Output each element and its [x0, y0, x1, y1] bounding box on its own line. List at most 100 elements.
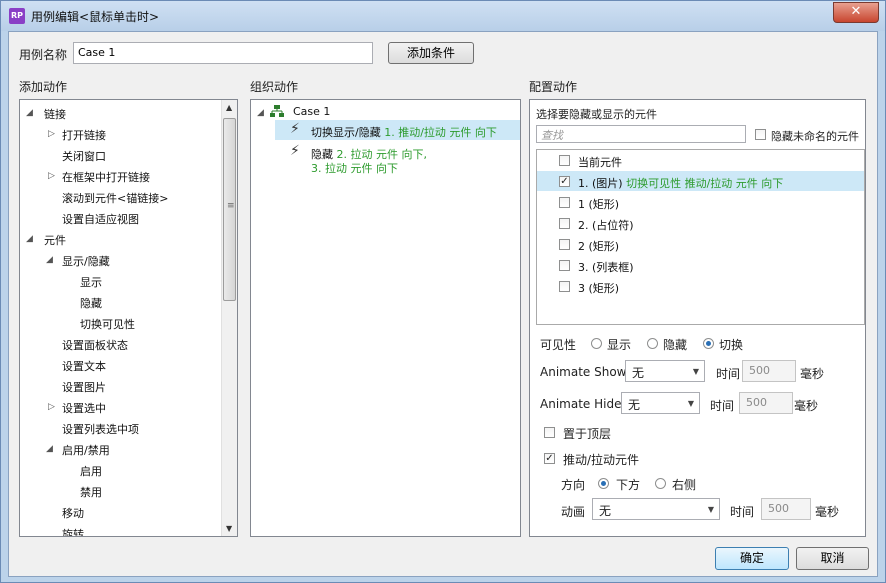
tree-item-hide[interactable]: 隐藏 [80, 295, 102, 311]
add-actions-title: 添加动作 [19, 80, 68, 94]
animation-unit: 毫秒 [815, 505, 840, 519]
animation-select[interactable]: 无 ▼ [592, 498, 720, 520]
animate-show-time-input[interactable]: 500 [742, 360, 796, 382]
tree-item-set-text[interactable]: 设置文本 [62, 358, 106, 374]
expanded-triangle-icon[interactable]: ◢ [46, 444, 53, 454]
widget-action-summary: 切换可见性 推动/拉动 元件 向下 [626, 177, 784, 190]
dropdown-arrow-icon: ▼ [692, 367, 699, 376]
collapsed-triangle-icon[interactable]: ▷ [48, 402, 55, 412]
close-button[interactable]: ✕ [833, 2, 879, 23]
action-item-1[interactable]: 切换显示/隐藏 1. 推动/拉动 元件 向下 [311, 124, 497, 140]
tree-item-set-list-selection[interactable]: 设置列表选中项 [62, 421, 139, 437]
scroll-up-arrow-icon[interactable]: ▲ [226, 103, 232, 112]
case-name-input[interactable]: Case 1 [73, 42, 373, 64]
dropdown-arrow-icon: ▼ [707, 505, 714, 514]
widget-label: 1. (图片) [578, 177, 623, 190]
scrollbar-thumb[interactable]: ≡ [223, 118, 236, 301]
hide-unnamed-checkbox[interactable] [755, 129, 766, 140]
animate-hide-select[interactable]: 无 ▼ [621, 392, 700, 414]
grip-icon: ≡ [227, 201, 235, 211]
animate-show-time-label: 时间 [716, 367, 741, 381]
widget-item-rect-1[interactable]: 1 (矩形) [578, 196, 619, 212]
tree-item-move[interactable]: 移动 [62, 505, 84, 521]
tree-item-toggle-visibility[interactable]: 切换可见性 [80, 316, 135, 332]
tree-item-open-in-frame[interactable]: 在框架中打开链接 [62, 169, 150, 185]
visibility-label: 可见性 [540, 338, 577, 352]
push-pull-checkbox[interactable]: ✓ [544, 453, 555, 464]
tree-item-widgets[interactable]: 元件 [44, 232, 66, 248]
widget-item-image[interactable]: 1. (图片) 切换可见性 推动/拉动 元件 向下 [578, 175, 783, 191]
tree-item-show[interactable]: 显示 [80, 274, 102, 290]
tree-item-set-adaptive-view[interactable]: 设置自适应视图 [62, 211, 139, 227]
bring-to-front-checkbox[interactable] [544, 427, 555, 438]
tree-item-show-hide[interactable]: 显示/隐藏 [62, 253, 110, 269]
expanded-triangle-icon[interactable]: ◢ [46, 255, 53, 265]
configure-actions-title: 配置动作 [529, 80, 578, 94]
visibility-hide-radio[interactable] [647, 338, 658, 349]
widget-checkbox[interactable] [559, 218, 570, 229]
widget-checkbox[interactable] [559, 239, 570, 250]
collapsed-triangle-icon[interactable]: ▷ [48, 171, 55, 181]
direction-right-label: 右侧 [672, 478, 697, 492]
bring-to-front-label: 置于顶层 [563, 427, 612, 441]
animate-hide-time-input[interactable]: 500 [739, 392, 793, 414]
push-pull-label: 推动/拉动元件 [563, 453, 640, 467]
animate-hide-label: Animate Hide [540, 397, 622, 411]
widget-checkbox[interactable] [559, 155, 570, 166]
scroll-down-arrow-icon[interactable]: ▼ [226, 524, 232, 533]
widget-item-rect-3[interactable]: 3 (矩形) [578, 280, 619, 296]
tree-item-link[interactable]: 链接 [44, 106, 66, 122]
tree-item-enable[interactable]: 启用 [80, 463, 102, 479]
animate-show-unit: 毫秒 [800, 367, 825, 381]
widget-search-input[interactable]: 查找 [536, 125, 746, 143]
title-bar[interactable]: RP 用例编辑<鼠标单击时> ✕ [1, 1, 885, 31]
direction-down-radio[interactable] [598, 478, 609, 489]
tree-item-open-link[interactable]: 打开链接 [62, 127, 106, 143]
widget-item-placeholder[interactable]: 2. (占位符) [578, 217, 634, 233]
add-condition-button[interactable]: 添加条件 [388, 42, 474, 64]
animate-hide-time-label: 时间 [710, 399, 735, 413]
collapsed-triangle-icon[interactable]: ▷ [48, 129, 55, 139]
animation-time-input[interactable]: 500 [761, 498, 811, 520]
visibility-toggle-radio[interactable] [703, 338, 714, 349]
cancel-button[interactable]: 取消 [796, 547, 869, 570]
widget-checkbox[interactable] [559, 281, 570, 292]
expanded-triangle-icon[interactable]: ◢ [26, 108, 33, 118]
tree-item-enable-disable[interactable]: 启用/禁用 [62, 442, 110, 458]
widget-checkbox[interactable] [559, 260, 570, 271]
tree-item-rotate[interactable]: 旋转 [62, 526, 84, 536]
animation-value: 无 [599, 504, 612, 518]
tree-item-close-window[interactable]: 关闭窗口 [62, 148, 106, 164]
animate-show-select[interactable]: 无 ▼ [625, 360, 705, 382]
animate-hide-value: 无 [628, 398, 641, 412]
expanded-triangle-icon[interactable]: ◢ [257, 108, 264, 118]
tree-item-set-image[interactable]: 设置图片 [62, 379, 106, 395]
vertical-scrollbar[interactable]: ▲ ≡ ▼ [221, 100, 237, 536]
visibility-show-radio[interactable] [591, 338, 602, 349]
widget-list[interactable]: 当前元件 ✓ 1. (图片) 切换可见性 推动/拉动 元件 向下 1 (矩形) … [536, 149, 865, 325]
add-actions-tree[interactable]: ◢ 链接 ▷ 打开链接 关闭窗口 ▷ 在框架中打开链接 滚动到元件<锚链接> 设… [19, 99, 238, 537]
tree-item-set-selected[interactable]: 设置选中 [62, 400, 106, 416]
tree-item-disable[interactable]: 禁用 [80, 484, 102, 500]
app-logo-icon: RP [9, 8, 25, 24]
action-detail: 1. 推动/拉动 元件 向下 [384, 126, 497, 139]
widget-checkbox[interactable] [559, 197, 570, 208]
case-icon [270, 105, 284, 117]
widget-item-current[interactable]: 当前元件 [578, 154, 622, 170]
animation-label: 动画 [561, 505, 586, 519]
dialog-window: RP 用例编辑<鼠标单击时> ✕ 用例名称 Case 1 添加条件 添加动作 组… [0, 0, 886, 583]
organize-actions-tree[interactable]: ◢ Case 1 ⚡ 切换显示/隐藏 1. 推动/拉动 元件 向下 ⚡ 隐藏 2… [250, 99, 521, 537]
tree-item-scroll-to-widget[interactable]: 滚动到元件<锚链接> [62, 190, 168, 206]
animation-time-label: 时间 [730, 505, 755, 519]
hide-unnamed-label: 隐藏未命名的元件 [771, 130, 859, 143]
ok-button[interactable]: 确定 [715, 547, 789, 570]
window-title: 用例编辑<鼠标单击时> [31, 10, 160, 24]
configure-subtitle: 选择要隐藏或显示的元件 [536, 108, 657, 121]
direction-right-radio[interactable] [655, 478, 666, 489]
widget-item-rect-2[interactable]: 2 (矩形) [578, 238, 619, 254]
expanded-triangle-icon[interactable]: ◢ [26, 234, 33, 244]
widget-item-listbox[interactable]: 3. (列表框) [578, 259, 634, 275]
widget-checkbox-checked[interactable]: ✓ [559, 176, 570, 187]
tree-item-set-panel-state[interactable]: 设置面板状态 [62, 337, 128, 353]
case-label[interactable]: Case 1 [293, 105, 330, 118]
